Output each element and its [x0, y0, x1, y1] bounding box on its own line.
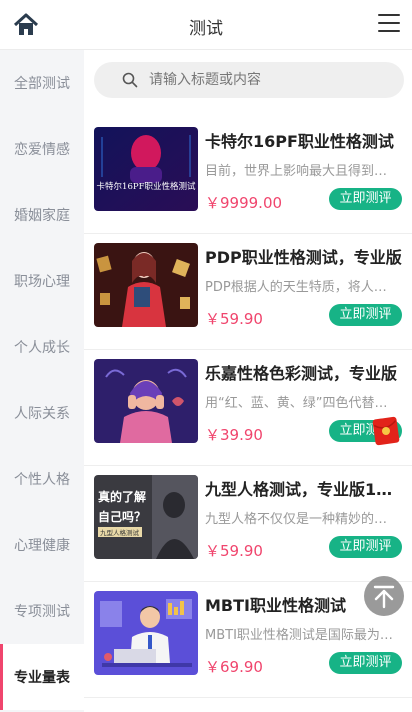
test-description: 目前，世界上影响最大且得到普遍认可的人格测验: [205, 164, 399, 179]
category-sidebar: 全部测试 恋爱情感 婚姻家庭 职场心理 个人成长 人际关系 个性人格 心理健康 …: [0, 50, 84, 712]
red-envelope-icon[interactable]: [372, 416, 400, 446]
start-test-button[interactable]: 立即测评: [329, 304, 402, 326]
test-description: 用“红、蓝、黄、绿”四色代替性格类型: [205, 396, 399, 411]
start-test-button[interactable]: 立即测评: [329, 536, 402, 558]
sidebar-item-special[interactable]: 专项测试: [0, 578, 84, 644]
start-test-button[interactable]: 立即测评: [329, 188, 402, 210]
thumb-caption: 真的了解: [98, 489, 146, 504]
sidebar-item-relationships[interactable]: 人际关系: [0, 380, 84, 446]
test-title[interactable]: 卡特尔16PF职业性格测试: [205, 128, 402, 152]
sidebar-item-all[interactable]: 全部测试: [0, 50, 84, 116]
test-description: PDP根据人的天生特质，将人群分为五种类型: [205, 280, 399, 295]
test-thumbnail[interactable]: 真的了解 自己吗？ 九型人格测试: [94, 475, 198, 559]
search-input[interactable]: [149, 62, 389, 98]
test-thumbnail[interactable]: [94, 591, 198, 675]
test-title[interactable]: 乐嘉性格色彩测试，专业版: [205, 360, 402, 384]
test-title[interactable]: 九型人格测试，专业版144题: [205, 476, 402, 500]
test-price: ￥59.90: [205, 310, 263, 328]
test-price: ￥9999.00: [205, 194, 283, 212]
test-description: MBTI职业性格测试是国际最为流行的职业人格评估工具: [205, 628, 399, 643]
list-item[interactable]: 卡特尔16PF职业性格测试 卡特尔16PF职业性格测试 目前，世界上影响最大且得…: [84, 118, 412, 234]
thumb-caption: 九型人格测试: [100, 528, 140, 537]
thumb-caption: 卡特尔16PF职业性格测试: [97, 181, 196, 192]
test-thumbnail[interactable]: [94, 359, 198, 443]
search-bar[interactable]: [94, 62, 404, 98]
page-title: 测试: [189, 19, 223, 39]
test-list: 卡特尔16PF职业性格测试 卡特尔16PF职业性格测试 目前，世界上影响最大且得…: [84, 118, 412, 698]
sidebar-item-personality[interactable]: 个性人格: [0, 446, 84, 512]
test-price: ￥59.90: [205, 542, 263, 560]
test-description: 九型人格不仅仅是一种精妙的性格分析工具: [205, 512, 399, 527]
top-bar: 测试: [0, 0, 412, 50]
test-list-panel: 卡特尔16PF职业性格测试 卡特尔16PF职业性格测试 目前，世界上影响最大且得…: [84, 50, 412, 712]
sidebar-item-workplace[interactable]: 职场心理: [0, 248, 84, 314]
list-item[interactable]: 真的了解 自己吗？ 九型人格测试 九型人格测试，专业版144题 九型人格不仅仅是…: [84, 466, 412, 582]
test-thumbnail[interactable]: 卡特尔16PF职业性格测试: [94, 127, 198, 211]
list-item[interactable]: PDP职业性格测试，专业版 PDP根据人的天生特质，将人群分为五种类型 ￥59.…: [84, 234, 412, 350]
test-price: ￥39.90: [205, 426, 263, 444]
thumb-caption: 自己吗？: [98, 509, 146, 524]
test-price: ￥69.90: [205, 658, 263, 676]
menu-icon[interactable]: [378, 14, 400, 34]
search-icon: [122, 72, 138, 88]
sidebar-item-scales[interactable]: 专业量表: [0, 644, 84, 710]
sidebar-item-growth[interactable]: 个人成长: [0, 314, 84, 380]
sidebar-item-family[interactable]: 婚姻家庭: [0, 182, 84, 248]
list-item[interactable]: MBTI职业性格测试 MBTI职业性格测试是国际最为流行的职业人格评估工具 ￥6…: [84, 582, 412, 698]
test-title[interactable]: PDP职业性格测试，专业版: [205, 244, 402, 268]
sidebar-item-love[interactable]: 恋爱情感: [0, 116, 84, 182]
list-item[interactable]: 乐嘉性格色彩测试，专业版 用“红、蓝、黄、绿”四色代替性格类型 ￥39.90 立…: [84, 350, 412, 466]
start-test-button[interactable]: 立即测评: [329, 652, 402, 674]
back-to-top-icon[interactable]: [364, 576, 404, 616]
test-thumbnail[interactable]: [94, 243, 198, 327]
sidebar-item-mental-health[interactable]: 心理健康: [0, 512, 84, 578]
